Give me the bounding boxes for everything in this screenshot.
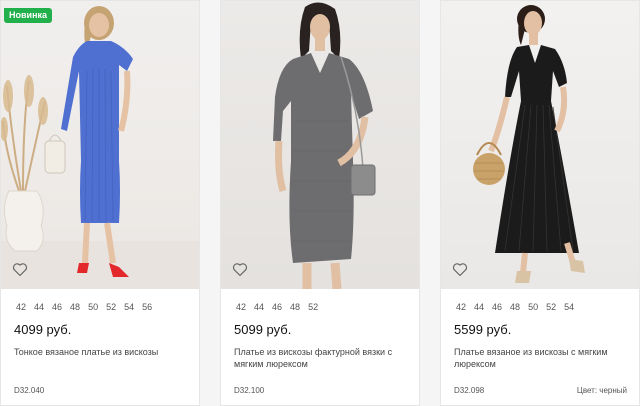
product-code: D32.098 xyxy=(454,386,485,395)
size-option[interactable]: 54 xyxy=(564,301,574,313)
size-option[interactable]: 52 xyxy=(106,301,116,313)
product-image-grey-dress xyxy=(273,2,376,289)
product-color: Цвет: черный xyxy=(576,386,627,395)
product-image-blue-dress xyxy=(1,6,199,289)
size-option[interactable]: 44 xyxy=(254,301,264,313)
size-option[interactable]: 42 xyxy=(236,301,246,313)
size-list: 42 44 46 48 50 52 54 56 xyxy=(16,301,152,313)
size-option[interactable]: 48 xyxy=(510,301,520,313)
product-photo[interactable] xyxy=(441,1,639,289)
product-price: 5099 руб. xyxy=(234,322,292,337)
product-photo[interactable] xyxy=(221,1,419,289)
size-option[interactable]: 52 xyxy=(308,301,318,313)
size-option[interactable]: 44 xyxy=(34,301,44,313)
product-title[interactable]: Платье вязаное из вискозы с мягким люрек… xyxy=(454,346,634,370)
size-option[interactable]: 56 xyxy=(142,301,152,313)
size-option[interactable]: 54 xyxy=(124,301,134,313)
heart-outline-icon[interactable] xyxy=(12,262,28,277)
product-price: 5599 руб. xyxy=(454,322,512,337)
heart-outline-icon[interactable] xyxy=(232,262,248,277)
product-price: 4099 руб. xyxy=(14,322,72,337)
product-code: D32.100 xyxy=(234,386,265,395)
size-option[interactable]: 50 xyxy=(88,301,98,313)
size-option[interactable]: 46 xyxy=(272,301,282,313)
size-option[interactable]: 50 xyxy=(528,301,538,313)
size-option[interactable]: 42 xyxy=(16,301,26,313)
product-title[interactable]: Тонкое вязаное платье из вискозы xyxy=(14,346,194,358)
product-card[interactable]: 42 44 46 48 50 52 54 5599 руб. Платье вя… xyxy=(440,0,640,406)
size-option[interactable]: 46 xyxy=(492,301,502,313)
product-code: D32.040 xyxy=(14,386,45,395)
size-option[interactable]: 42 xyxy=(456,301,466,313)
size-option[interactable]: 44 xyxy=(474,301,484,313)
product-image-black-dress xyxy=(473,5,585,283)
product-title[interactable]: Платье из вискозы фактурной вязки с мягк… xyxy=(234,346,414,370)
size-option[interactable]: 52 xyxy=(546,301,556,313)
product-photo[interactable] xyxy=(1,1,199,289)
size-option[interactable]: 46 xyxy=(52,301,62,313)
product-card[interactable]: 42 44 46 48 52 5099 руб. Платье из виско… xyxy=(220,0,420,406)
new-badge: Новинка xyxy=(4,8,53,23)
heart-outline-icon[interactable] xyxy=(452,262,468,277)
size-list: 42 44 46 48 52 xyxy=(236,301,318,313)
size-list: 42 44 46 48 50 52 54 xyxy=(456,301,574,313)
size-option[interactable]: 48 xyxy=(290,301,300,313)
product-card[interactable]: Новинка 42 44 46 48 50 52 54 56 4099 руб… xyxy=(0,0,200,406)
size-option[interactable]: 48 xyxy=(70,301,80,313)
